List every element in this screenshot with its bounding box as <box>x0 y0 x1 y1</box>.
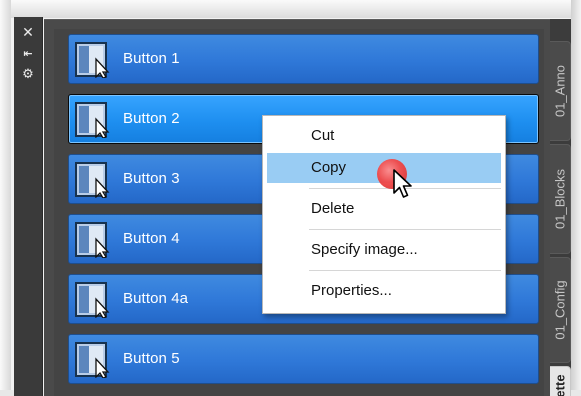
tool-button-cursor-icon <box>75 102 110 138</box>
menu-separator <box>309 270 501 271</box>
tool-button-label: Button 4a <box>123 290 189 307</box>
tool-button-cursor-icon <box>75 342 110 378</box>
tool-button-label: Button 5 <box>123 350 180 367</box>
menu-item-label: Cut <box>311 127 335 144</box>
tool-button-label: Button 2 <box>123 110 180 127</box>
menu-item-label: Delete <box>311 200 355 217</box>
tab-label: ette <box>552 374 568 396</box>
tool-button-cursor-icon <box>75 42 110 78</box>
tab-label: 01_Config <box>552 280 568 340</box>
tool-button-1[interactable]: Button 1 <box>68 34 539 84</box>
tab-01-blocks[interactable]: 01_Blocks <box>550 144 571 254</box>
menu-item-label: Copy <box>311 159 347 176</box>
tab-01-anno[interactable]: 01_Anno <box>550 41 571 141</box>
palette-tab-strip: 01_Anno 01_Blocks 01_Config ette <box>550 19 571 396</box>
tool-button-5[interactable]: Button 5 <box>68 334 539 384</box>
menu-item-label: Specify image... <box>311 241 418 258</box>
tool-button-label: Button 4 <box>123 230 180 247</box>
tab-label: 01_Anno <box>552 64 568 118</box>
mouse-pointer-icon <box>393 169 412 198</box>
menu-item-label: Properties... <box>311 282 392 299</box>
properties-icon[interactable]: ⚙ <box>14 67 42 82</box>
frame-left <box>0 0 11 396</box>
auto-hide-icon[interactable]: ⇤ <box>14 47 42 60</box>
context-menu: Cut Copy Delete Specify image... Propert… <box>262 115 506 314</box>
tab-01-config[interactable]: 01_Config <box>550 257 571 363</box>
menu-item-properties[interactable]: Properties... <box>267 276 501 306</box>
tool-palette-screenshot: ✕ ⇤ ⚙ Button 1 Button 2 Button 3 Button … <box>0 0 581 396</box>
menu-separator <box>309 229 501 230</box>
tab-label: 01_Blocks <box>552 169 568 229</box>
tool-button-cursor-icon <box>75 162 110 198</box>
tool-button-cursor-icon <box>75 222 110 258</box>
tool-button-cursor-icon <box>75 282 110 318</box>
palette-grip-bar[interactable]: ✕ ⇤ ⚙ <box>14 17 43 396</box>
menu-item-cut[interactable]: Cut <box>267 121 501 151</box>
frame-right <box>571 0 581 396</box>
tool-button-label: Button 3 <box>123 170 180 187</box>
menu-item-delete[interactable]: Delete <box>267 194 501 224</box>
menu-item-specify-image[interactable]: Specify image... <box>267 235 501 265</box>
tab-palette-active[interactable]: ette <box>550 366 571 396</box>
frame-top <box>0 0 581 18</box>
tool-button-label: Button 1 <box>123 50 180 67</box>
close-icon[interactable]: ✕ <box>14 25 42 41</box>
